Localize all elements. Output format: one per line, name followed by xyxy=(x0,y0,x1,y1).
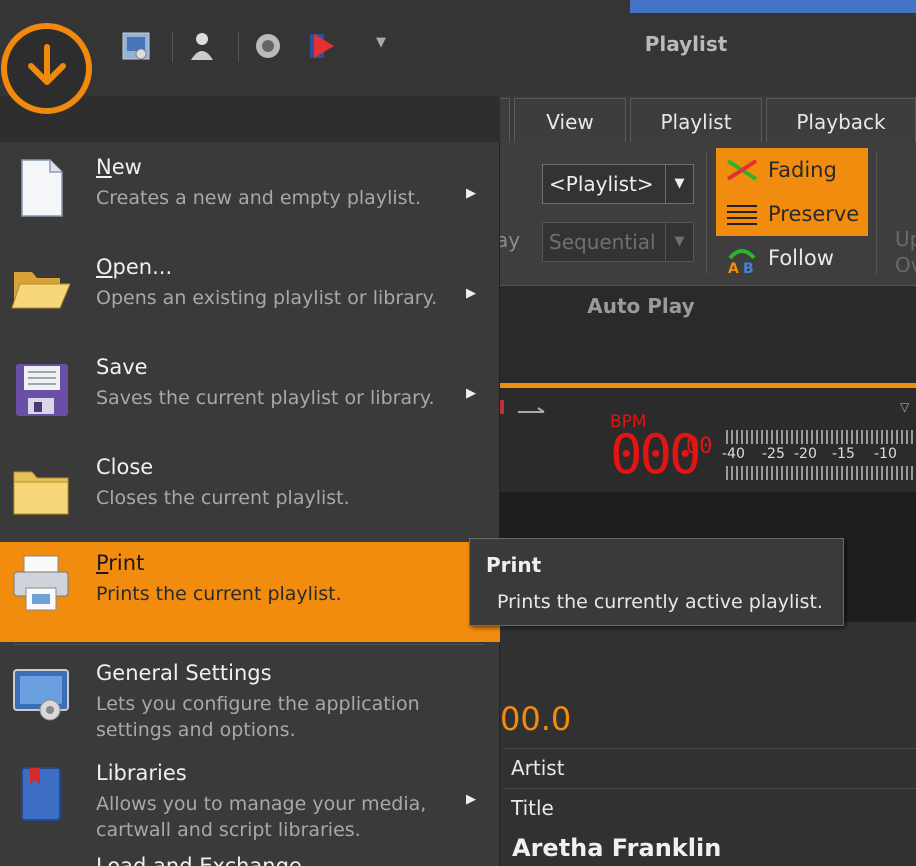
menu-item-libraries[interactable]: Libraries Allows you to manage your medi… xyxy=(0,752,500,852)
menu-item-description: Prints the current playlist. xyxy=(96,583,342,605)
ribbon-separator xyxy=(706,152,707,274)
submenu-arrow-icon: ▶ xyxy=(466,186,476,201)
preserve-button[interactable]: Preserve xyxy=(716,192,868,236)
menu-item-close[interactable]: Close Closes the current playlist. xyxy=(0,446,500,546)
follow-button[interactable]: A B Follow xyxy=(716,236,868,280)
artist-column-header: Artist xyxy=(504,748,916,786)
tooltip-text: Prints the currently active playlist. xyxy=(497,591,823,613)
ribbon-group-label: Auto Play xyxy=(587,294,695,318)
scale-label: -15 xyxy=(832,446,855,462)
crossfade-icon xyxy=(726,159,758,181)
menu-item-title: New xyxy=(96,155,142,179)
level-meter-top xyxy=(726,430,916,444)
menu-item-title: Close xyxy=(96,455,154,479)
play-order-select: Sequential ▼ xyxy=(542,222,694,262)
playlist-select[interactable]: <Playlist> ▼ xyxy=(542,164,694,204)
quick-access-media-icon[interactable] xyxy=(120,30,152,62)
bpm-decimal: 00 xyxy=(686,434,713,459)
menu-item-description: Opens an existing playlist or library. xyxy=(96,287,438,309)
level-meter-bottom xyxy=(726,466,916,480)
menu-item-new[interactable]: New Creates a new and empty playlist. ▶ xyxy=(0,146,500,246)
menu-item-description: Closes the current playlist. xyxy=(96,487,350,509)
play-order-value: Sequential xyxy=(549,230,656,254)
quick-access-play-icon[interactable] xyxy=(306,30,338,62)
folder-icon xyxy=(13,471,69,515)
quick-access-dropdown-icon[interactable]: ▼ xyxy=(376,35,386,50)
tab-playlist[interactable]: Playlist xyxy=(630,98,762,142)
ab-follow-icon: A B xyxy=(728,249,756,274)
collapse-triangle-icon[interactable]: ▽ xyxy=(900,400,909,414)
menu-item-title: Libraries xyxy=(96,761,187,785)
tooltip-title: Print xyxy=(486,553,542,577)
quick-access-separator xyxy=(238,32,239,62)
artist-value: Aretha Franklin xyxy=(512,834,722,862)
player-info-panel xyxy=(500,622,916,866)
clipped-ribbon-labels: Up Ov xyxy=(895,226,916,278)
svg-text:A: A xyxy=(728,261,739,274)
transport-mini-icon xyxy=(496,400,545,414)
scale-label: -20 xyxy=(794,446,817,462)
menu-item-title: Open... xyxy=(96,255,173,279)
preserve-label: Preserve xyxy=(768,202,860,226)
menu-item-description: Allows you to manage your media, cartwal… xyxy=(96,793,427,841)
title-bar: Playlist ▼ xyxy=(0,0,916,96)
menu-item-description: Creates a new and empty playlist. xyxy=(96,187,422,209)
arrow-down-icon xyxy=(28,44,66,85)
application-menu-button[interactable] xyxy=(1,23,92,114)
title-column-header: Title xyxy=(504,788,916,826)
chevron-down-icon: ▼ xyxy=(665,223,693,261)
submenu-arrow-icon: ▶ xyxy=(466,286,476,301)
quick-access-user-icon[interactable] xyxy=(186,30,218,62)
tab-view[interactable]: View xyxy=(514,98,626,142)
fading-label: Fading xyxy=(768,158,837,182)
scale-label: -10 xyxy=(874,446,897,462)
scale-label: -40 xyxy=(722,446,745,462)
floppy-disk-icon xyxy=(16,364,68,416)
clipped-label: Up xyxy=(895,227,916,251)
svg-text:B: B xyxy=(743,261,754,274)
scale-label: -25 xyxy=(762,446,785,462)
quick-access-speaker-icon[interactable] xyxy=(252,30,284,62)
title-accent-bar xyxy=(630,0,916,13)
settings-icon xyxy=(13,669,69,721)
menu-item-title: General Settings xyxy=(96,661,272,685)
menu-item-title: Load and Exchange xyxy=(96,854,302,866)
playlist-select-value: <Playlist> xyxy=(549,172,654,196)
new-document-icon xyxy=(21,159,63,217)
library-book-icon xyxy=(21,767,61,821)
ribbon-separator xyxy=(876,152,877,274)
quick-access-separator xyxy=(172,32,173,62)
preserve-lines-icon xyxy=(727,205,757,225)
chevron-down-icon[interactable]: ▼ xyxy=(665,165,693,203)
menu-item-partial[interactable]: Load and Exchange xyxy=(0,852,500,866)
menu-item-print[interactable]: Print Prints the current playlist. xyxy=(0,542,500,642)
menu-item-general-settings[interactable]: General Settings Lets you configure the … xyxy=(0,652,500,752)
print-tooltip: Print Prints the currently active playli… xyxy=(469,538,844,626)
follow-label: Follow xyxy=(768,246,834,270)
menu-separator xyxy=(14,644,484,645)
submenu-arrow-icon: ▶ xyxy=(466,792,476,807)
window-title: Playlist xyxy=(644,32,728,56)
menu-item-description: Saves the current playlist or library. xyxy=(96,387,435,409)
menu-item-open[interactable]: Open... Opens an existing playlist or li… xyxy=(0,246,500,346)
clipped-label: Ov xyxy=(895,253,916,277)
open-folder-icon xyxy=(11,272,71,309)
tab-playback[interactable]: Playback xyxy=(766,98,916,142)
menu-item-title: Save xyxy=(96,355,148,379)
fading-button[interactable]: Fading xyxy=(716,148,868,192)
printer-icon xyxy=(13,555,69,611)
menu-item-save[interactable]: Save Saves the current playlist or libra… xyxy=(0,346,500,446)
submenu-arrow-icon: ▶ xyxy=(466,386,476,401)
application-menu: New Creates a new and empty playlist. ▶ … xyxy=(0,96,500,866)
menu-item-description: Lets you configure the application setti… xyxy=(96,693,420,741)
menu-item-title: Print xyxy=(96,551,145,575)
time-display: 00.0 xyxy=(500,700,572,738)
